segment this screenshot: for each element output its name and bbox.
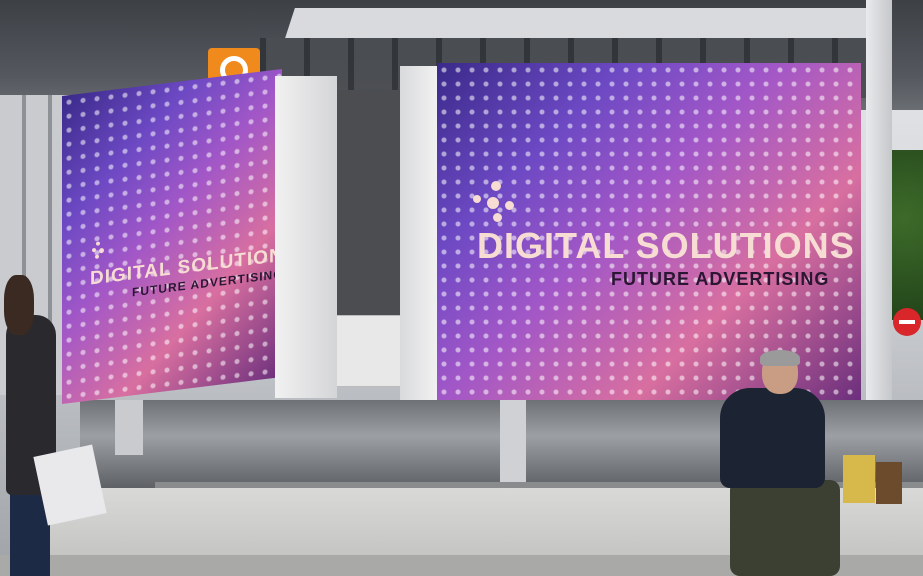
canopy-beam bbox=[285, 8, 885, 38]
led-cube-left-side bbox=[275, 76, 337, 398]
screen-stand-left bbox=[115, 400, 143, 455]
dark-interior bbox=[335, 90, 405, 330]
seated-man bbox=[690, 350, 840, 576]
no-entry-sign-icon bbox=[893, 308, 921, 336]
dots-logo-icon bbox=[471, 181, 519, 225]
screen-stand-right bbox=[500, 398, 526, 483]
walking-woman bbox=[0, 275, 107, 576]
led-cube-right-edge bbox=[400, 66, 442, 400]
dots-logo-icon bbox=[90, 241, 106, 263]
parked-van bbox=[336, 315, 404, 387]
screen-right-tagline: FUTURE ADVERTISING bbox=[611, 269, 830, 289]
yellow-shopping-bag bbox=[843, 455, 875, 503]
brown-bag bbox=[876, 462, 902, 504]
led-screen-left: DIGITAL SOLUTIONS FUTURE ADVERTISING bbox=[62, 68, 282, 404]
screen-right-brand: DIGITAL SOLUTIONS bbox=[477, 225, 855, 266]
